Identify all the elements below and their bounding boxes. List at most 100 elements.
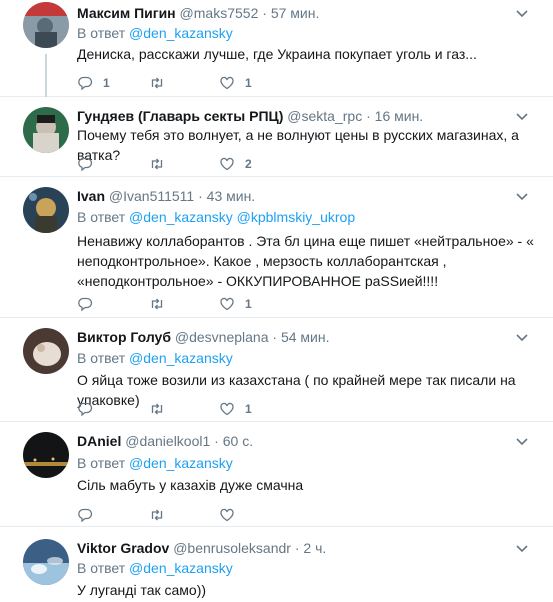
like-button[interactable] — [219, 506, 245, 524]
chevron-down-icon[interactable] — [515, 6, 529, 20]
reply-count: 1 — [103, 76, 110, 90]
reply-prefix: В ответ — [77, 209, 126, 225]
reply-icon — [78, 76, 93, 91]
avatar[interactable] — [23, 328, 69, 374]
reply-prefix: В ответ — [77, 25, 126, 41]
retweet-icon — [151, 158, 163, 170]
tweet-time[interactable]: 54 мин. — [281, 329, 330, 345]
avatar[interactable] — [23, 187, 69, 233]
like-count: 2 — [245, 157, 252, 171]
like-button[interactable]: 1 — [219, 400, 252, 418]
retweet-icon — [151, 509, 163, 521]
like-button[interactable]: 2 — [219, 155, 252, 173]
reply-mention[interactable]: @den_kazansky — [129, 350, 233, 366]
reply-icon — [78, 508, 93, 523]
avatar[interactable] — [23, 2, 69, 48]
user-name[interactable]: Гундяев (Главарь секты РПЦ) — [77, 108, 283, 124]
avatar[interactable] — [23, 539, 69, 585]
reply-context: В ответ @den_kazansky @kpblmskiy_ukrop — [77, 208, 355, 226]
reply-context: В ответ @den_kazansky — [77, 24, 233, 42]
avatar[interactable] — [23, 107, 69, 153]
reply-context: В ответ @den_kazansky — [77, 349, 233, 367]
retweet-button[interactable] — [149, 400, 175, 418]
tweet-actions — [77, 506, 377, 524]
reply-mention[interactable]: @kpblmskiy_ukrop — [237, 209, 355, 225]
heart-icon — [220, 402, 234, 416]
chevron-down-icon[interactable] — [515, 434, 529, 448]
avatar[interactable] — [23, 432, 69, 478]
tweet[interactable]: Гундяев (Главарь секты РПЦ) @sekta_rpc ·… — [0, 97, 553, 177]
reply-button[interactable] — [77, 155, 103, 173]
tweet-actions: 2 — [77, 155, 377, 173]
reply-mention[interactable]: @den_kazansky — [129, 455, 233, 471]
reply-icon — [78, 157, 93, 172]
reply-prefix: В ответ — [77, 350, 126, 366]
user-name[interactable]: Максим Пигин — [77, 5, 176, 21]
user-handle[interactable]: @danielkool1 — [125, 433, 210, 449]
like-button[interactable]: 1 — [219, 295, 252, 313]
tweet[interactable]: Ivan @Ivan511511 · 43 мин. В ответ @den_… — [0, 177, 553, 318]
tweet-header: Виктор Голуб @desvneplana · 54 мин. — [77, 328, 329, 346]
like-count: 1 — [245, 402, 252, 416]
tweet-actions: 1 1 — [77, 74, 377, 92]
like-button[interactable]: 1 — [219, 74, 252, 92]
tweet-text: Ненавижу коллаборантов . Эта бл цина еще… — [77, 233, 534, 289]
user-name[interactable]: Виктор Голуб — [77, 329, 171, 345]
tweet-header: DAniel @danielkool1 · 60 с. — [77, 432, 253, 450]
retweet-button[interactable] — [149, 506, 175, 524]
user-handle[interactable]: @benrusoleksandr — [173, 540, 291, 556]
retweet-button[interactable] — [149, 74, 175, 92]
tweet-actions: 1 — [77, 400, 377, 418]
heart-icon — [220, 157, 234, 171]
tweet[interactable]: Максим Пигин @maks7552 · 57 мин. В ответ… — [0, 0, 553, 97]
user-handle[interactable]: @Ivan511511 — [109, 188, 194, 204]
user-name[interactable]: Ivan — [77, 188, 105, 204]
reply-button[interactable] — [77, 295, 103, 313]
user-handle[interactable]: @sekta_rpc — [287, 108, 362, 124]
meta-separator: · — [210, 433, 223, 449]
chevron-down-icon[interactable] — [515, 189, 529, 203]
user-handle[interactable]: @desvneplana — [175, 329, 269, 345]
reply-button[interactable]: 1 — [77, 74, 110, 92]
user-name[interactable]: Viktor Gradov — [77, 540, 169, 556]
reply-context: В ответ @den_kazansky — [77, 559, 233, 577]
reply-mention[interactable]: @den_kazansky — [129, 209, 233, 225]
avatar-photo-icon — [23, 2, 69, 48]
retweet-icon — [151, 403, 163, 415]
chevron-down-icon[interactable] — [515, 109, 529, 123]
tweet-text: Дениска, расскажи лучше, где Украина пок… — [77, 46, 477, 62]
tweet-actions: 1 — [77, 295, 377, 313]
tweet-header: Максим Пигин @maks7552 · 57 мин. — [77, 4, 319, 22]
tweet-time[interactable]: 2 ч. — [303, 540, 326, 556]
tweet-time[interactable]: 43 мин. — [207, 188, 256, 204]
tweet-time[interactable]: 57 мин. — [271, 5, 320, 21]
avatar-photo-icon — [23, 539, 69, 585]
heart-icon — [220, 297, 234, 311]
chevron-down-icon[interactable] — [515, 330, 529, 344]
avatar-photo-icon — [23, 107, 69, 153]
retweet-icon — [151, 77, 163, 89]
tweet-header: Ivan @Ivan511511 · 43 мин. — [77, 187, 255, 205]
tweet[interactable]: Viktor Gradov @benrusoleksandr · 2 ч. В … — [0, 527, 553, 602]
meta-separator: · — [194, 188, 207, 204]
user-name[interactable]: DAniel — [77, 433, 121, 449]
chevron-down-icon[interactable] — [515, 541, 529, 555]
meta-separator: · — [362, 108, 375, 124]
retweet-button[interactable] — [149, 295, 175, 313]
tweet-text: Сіль мабуть у казахів дуже смачна — [77, 477, 304, 493]
reply-mention[interactable]: @den_kazansky — [129, 560, 233, 576]
reply-button[interactable] — [77, 506, 103, 524]
reply-prefix: В ответ — [77, 560, 126, 576]
tweet-text: У луганді так само)) — [77, 582, 207, 598]
retweet-button[interactable] — [149, 155, 175, 173]
tweet[interactable]: DAniel @danielkool1 · 60 с. В ответ @den… — [0, 422, 553, 527]
reply-button[interactable] — [77, 400, 103, 418]
tweet-time[interactable]: 60 с. — [223, 433, 253, 449]
tweet-time[interactable]: 16 мин. — [375, 108, 424, 124]
user-handle[interactable]: @maks7552 — [180, 5, 259, 21]
avatar-photo-icon — [23, 328, 69, 374]
avatar-photo-icon — [23, 187, 69, 233]
reply-mention[interactable]: @den_kazansky — [129, 25, 233, 41]
reply-context: В ответ @den_kazansky — [77, 454, 233, 472]
tweet[interactable]: Виктор Голуб @desvneplana · 54 мин. В от… — [0, 318, 553, 422]
